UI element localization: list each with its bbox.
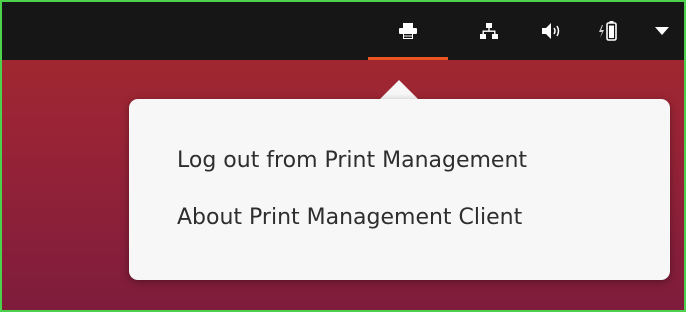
chevron-down-icon bbox=[655, 27, 669, 35]
desktop-screen: Log out from Print Management About Prin… bbox=[0, 0, 686, 312]
popover-arrow bbox=[379, 80, 419, 100]
volume-indicator[interactable] bbox=[535, 2, 569, 60]
battery-charging-icon bbox=[598, 21, 618, 41]
battery-indicator[interactable] bbox=[590, 2, 626, 60]
about-menu-item[interactable]: About Print Management Client bbox=[177, 198, 522, 238]
volume-icon bbox=[542, 23, 562, 39]
printer-indicator[interactable] bbox=[368, 2, 448, 60]
network-indicator[interactable] bbox=[472, 2, 506, 60]
system-menu-button[interactable] bbox=[647, 2, 677, 60]
active-indicator-underline bbox=[368, 57, 448, 60]
printer-icon bbox=[399, 23, 417, 39]
print-management-menu: Log out from Print Management About Prin… bbox=[129, 99, 670, 280]
network-wired-icon bbox=[480, 22, 498, 40]
top-panel bbox=[2, 2, 684, 60]
logout-menu-item[interactable]: Log out from Print Management bbox=[177, 141, 527, 181]
